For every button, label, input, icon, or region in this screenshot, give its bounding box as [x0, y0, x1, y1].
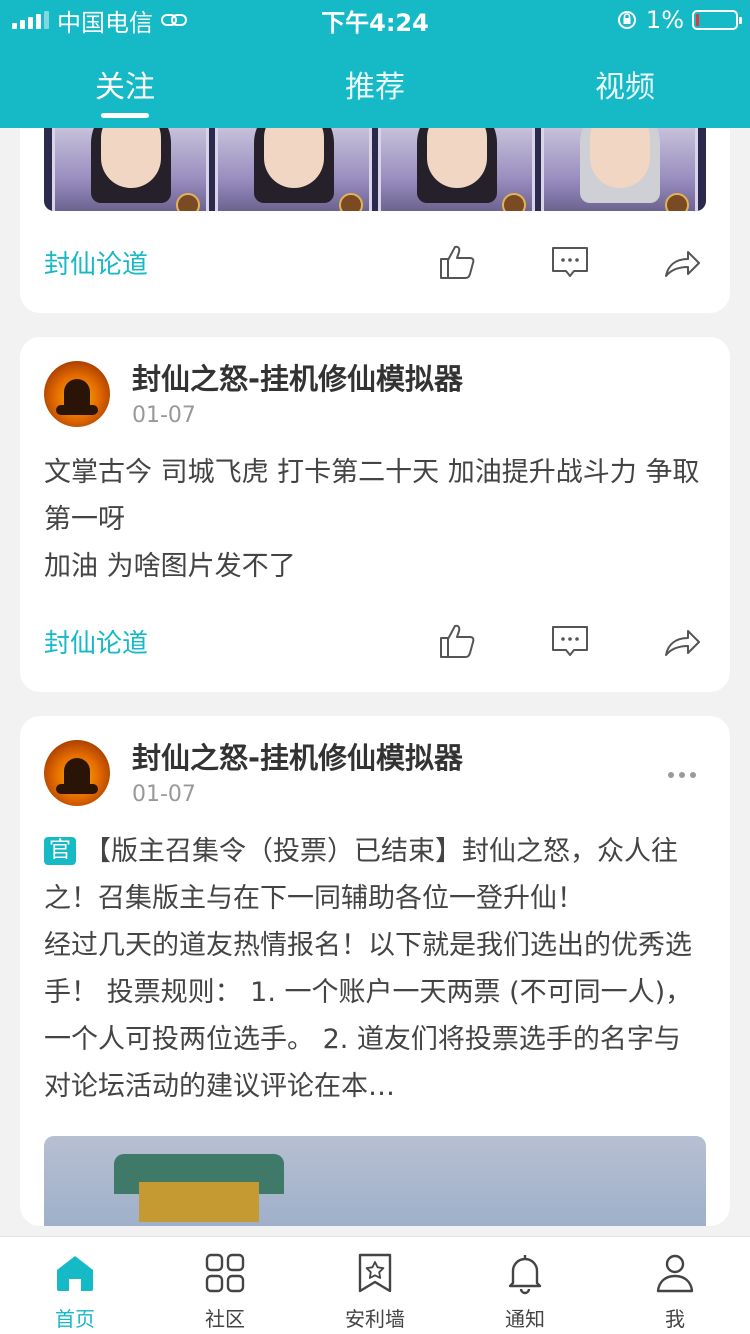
content-line: 【版主召集令（投票）已结束】封仙之怒，众人往之！召集版主与在下一同辅助各位一登升…: [44, 836, 679, 914]
thumbs-up-icon[interactable]: [438, 621, 478, 661]
character-portrait: [215, 128, 372, 211]
post-date: 01-07: [132, 782, 196, 807]
top-bar: 中国电信 下午4:24 1% 关注 推荐 视频: [0, 0, 750, 128]
content-line: 经过几天的道友热情报名！以下就是我们选出的优秀选手！ 投票规则： 1. 一个账户…: [44, 930, 693, 1102]
content-line: 加油 为啥图片发不了: [44, 551, 296, 582]
tabbar-notifications-label: 通知: [505, 1307, 545, 1331]
avatar[interactable]: [44, 740, 110, 806]
post-card[interactable]: 封仙之怒-挂机修仙模拟器 01-07 官【版主召集令（投票）已结束】封仙之怒，众…: [20, 716, 730, 1226]
feed[interactable]: 封仙论道 封仙之怒-挂机修仙模拟器 01-07 文掌古今 司城飞虎 打卡第二十天…: [0, 128, 750, 1250]
tab-following[interactable]: 关注: [0, 40, 250, 128]
forum-tag[interactable]: 封仙论道: [44, 244, 148, 281]
user-icon: [656, 1254, 694, 1293]
forum-tag[interactable]: 封仙论道: [44, 623, 148, 660]
active-tab-indicator: [101, 113, 149, 118]
share-icon[interactable]: [662, 242, 702, 282]
feed-tabs: 关注 推荐 视频: [0, 40, 750, 128]
carrier-label: 中国电信: [57, 8, 153, 37]
post-author[interactable]: 封仙之怒-挂机修仙模拟器 01-07: [44, 361, 706, 431]
tabbar-community-label: 社区: [205, 1307, 245, 1331]
tabbar-community[interactable]: 社区: [150, 1237, 300, 1334]
post-actions: 封仙论道: [44, 590, 706, 692]
grid-icon: [205, 1253, 245, 1293]
author-name[interactable]: 封仙之怒-挂机修仙模拟器: [132, 740, 463, 776]
status-bar: 中国电信 下午4:24 1%: [0, 0, 750, 40]
post-content[interactable]: 文掌古今 司城飞虎 打卡第二十天 加油提升战斗力 争取第一呀 加油 为啥图片发不…: [44, 449, 706, 590]
comment-icon[interactable]: [550, 242, 590, 282]
character-portrait: [378, 128, 535, 211]
content-line: 文掌古今 司城飞虎 打卡第二十天 加油提升战斗力 争取第一呀: [44, 457, 700, 535]
post-content[interactable]: 官【版主召集令（投票）已结束】封仙之怒，众人往之！召集版主与在下一同辅助各位一登…: [44, 828, 706, 1110]
tab-videos-label: 视频: [595, 70, 655, 105]
battery-icon: [692, 10, 742, 30]
tabbar-notifications[interactable]: 通知: [450, 1237, 600, 1334]
bell-icon: [508, 1255, 542, 1295]
post-image[interactable]: [44, 1136, 706, 1226]
avatar[interactable]: [44, 361, 110, 427]
post-image[interactable]: [44, 128, 706, 211]
tabbar-me-label: 我: [665, 1307, 685, 1331]
tabbar-recommend-wall[interactable]: 安利墙: [300, 1237, 450, 1334]
bottom-tab-bar: 首页 社区 安利墙 通知 我: [0, 1236, 750, 1334]
link-icon: [161, 14, 187, 26]
comment-icon[interactable]: [550, 621, 590, 661]
post-card[interactable]: 封仙论道: [20, 128, 730, 313]
signal-icon: [12, 11, 49, 29]
orientation-lock-icon: [617, 11, 636, 29]
content-paragraph: 官【版主召集令（投票）已结束】封仙之怒，众人往之！召集版主与在下一同辅助各位一登…: [44, 828, 706, 922]
share-icon[interactable]: [662, 621, 702, 661]
post-author[interactable]: 封仙之怒-挂机修仙模拟器 01-07: [44, 740, 706, 810]
tab-videos[interactable]: 视频: [500, 40, 750, 128]
thumbs-up-icon[interactable]: [438, 242, 478, 282]
tab-recommended[interactable]: 推荐: [250, 40, 500, 128]
post-card[interactable]: 封仙之怒-挂机修仙模拟器 01-07 文掌古今 司城飞虎 打卡第二十天 加油提升…: [20, 337, 730, 692]
character-portrait: [52, 128, 209, 211]
bookmark-star-icon: [358, 1253, 392, 1293]
tabbar-home[interactable]: 首页: [0, 1237, 150, 1334]
tab-recommended-label: 推荐: [345, 70, 405, 105]
home-icon: [57, 1256, 93, 1291]
official-badge: 官: [44, 837, 77, 865]
post-date: 01-07: [132, 403, 196, 428]
post-actions: 封仙论道: [44, 211, 706, 313]
more-options-icon[interactable]: [664, 768, 700, 782]
character-portrait: [541, 128, 698, 211]
tab-following-label: 关注: [95, 70, 155, 105]
tabbar-me[interactable]: 我: [600, 1237, 750, 1334]
tabbar-recommend-wall-label: 安利墙: [345, 1307, 405, 1331]
author-name[interactable]: 封仙之怒-挂机修仙模拟器: [132, 361, 463, 397]
tabbar-home-label: 首页: [55, 1307, 95, 1331]
battery-percent: 1%: [645, 6, 684, 34]
